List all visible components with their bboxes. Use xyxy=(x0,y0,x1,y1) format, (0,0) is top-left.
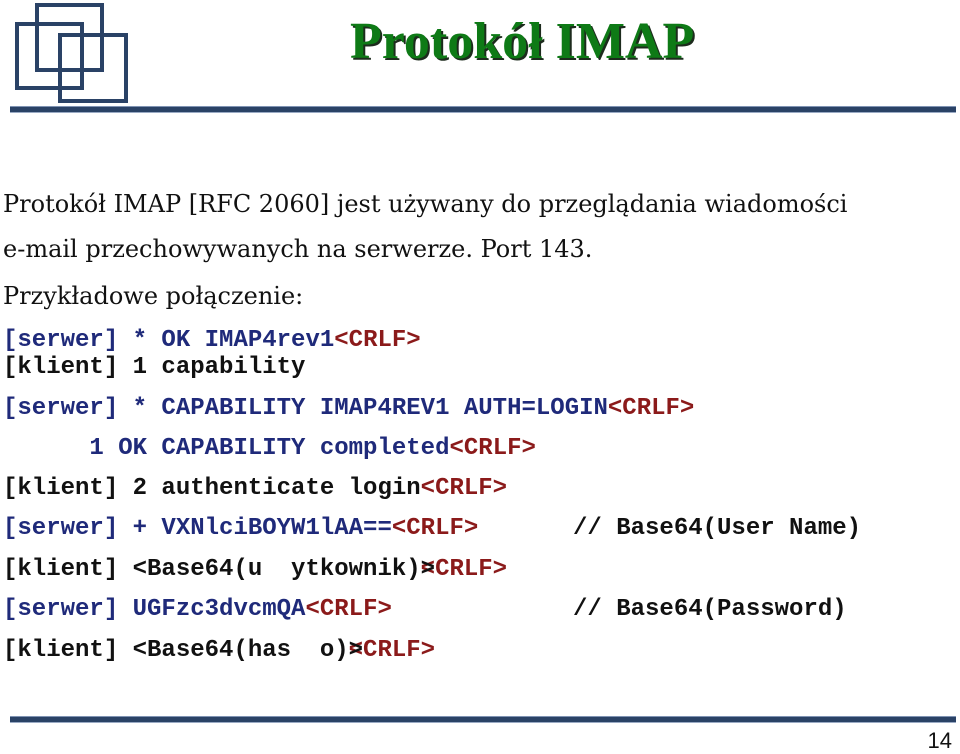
crlf-marker: <CRLF> xyxy=(305,596,392,623)
bottom-divider xyxy=(10,716,956,723)
command-text: UGFzc3dvcmQA xyxy=(118,596,306,623)
session-line: [klient] 1 capability xyxy=(3,354,305,381)
command-text: + VXNlciBOYW1lAA== xyxy=(118,515,392,542)
command-text: <Base64(u ytkownik) xyxy=(118,556,421,583)
speaker-tag: [serwer] xyxy=(3,596,119,623)
command-text: 1 OK CAPABILITY completed xyxy=(3,435,450,462)
session-line: [serwer] + VXNlciBOYW1lAA==<CRLF> xyxy=(3,515,478,542)
command-text: <Base64(has o) xyxy=(118,637,349,664)
crlf-marker: <CRLF> xyxy=(607,395,695,422)
crlf-marker: <CRLF> xyxy=(391,515,479,542)
command-text: * OK IMAP4rev1 xyxy=(118,327,335,354)
overlap-glyph: < > xyxy=(420,556,436,583)
code-comment: // Base64(User Name) xyxy=(573,515,862,542)
intro-line-3: Przykładowe połączenie: xyxy=(3,282,304,310)
speaker-tag: [klient] xyxy=(3,475,119,502)
session-line: [serwer] * CAPABILITY IMAP4REV1 AUTH=LOG… xyxy=(3,395,694,422)
code-comment: // Base64(Password) xyxy=(573,596,847,623)
speaker-tag: [klient] xyxy=(3,354,119,381)
page-number: 14 xyxy=(927,728,952,753)
speaker-tag: [serwer] xyxy=(3,515,119,542)
speaker-tag: [serwer] xyxy=(3,327,119,354)
overlap-glyph: < > xyxy=(348,637,364,664)
crlf-marker: CRLF> xyxy=(363,637,436,664)
crlf-marker: <CRLF> xyxy=(449,435,536,462)
crlf-marker: CRLF> xyxy=(435,556,508,583)
crlf-marker: <CRLF> xyxy=(334,327,421,354)
logo-icon xyxy=(15,3,128,103)
session-line: [serwer] UGFzc3dvcmQA<CRLF> xyxy=(3,596,392,623)
slide-title: Protokół IMAP xyxy=(350,13,695,70)
session-line: [serwer] * OK IMAP4rev1<CRLF> xyxy=(3,327,421,354)
intro-line-1: Protokół IMAP [RFC 2060] jest używany do… xyxy=(3,190,848,218)
intro-line-2: e-mail przechowywanych na serwerze. Port… xyxy=(3,235,593,263)
session-line: [klient] <Base64(has o) < > CRLF> xyxy=(3,637,435,664)
command-text: 1 capability xyxy=(118,354,306,381)
top-divider xyxy=(10,106,956,113)
session-line: [klient] 2 authenticate login<CRLF> xyxy=(3,475,507,502)
crlf-marker: <CRLF> xyxy=(420,475,508,502)
session-line: 1 OK CAPABILITY completed<CRLF> xyxy=(3,435,536,462)
speaker-tag: [klient] xyxy=(3,637,119,664)
speaker-tag: [klient] xyxy=(3,556,119,583)
speaker-tag: [serwer] xyxy=(3,395,119,422)
command-text: * CAPABILITY IMAP4REV1 AUTH=LOGIN xyxy=(118,395,608,422)
session-line: [klient] <Base64(u ytkownik) < > CRLF> xyxy=(3,556,507,583)
command-text: 2 authenticate login xyxy=(118,475,421,502)
